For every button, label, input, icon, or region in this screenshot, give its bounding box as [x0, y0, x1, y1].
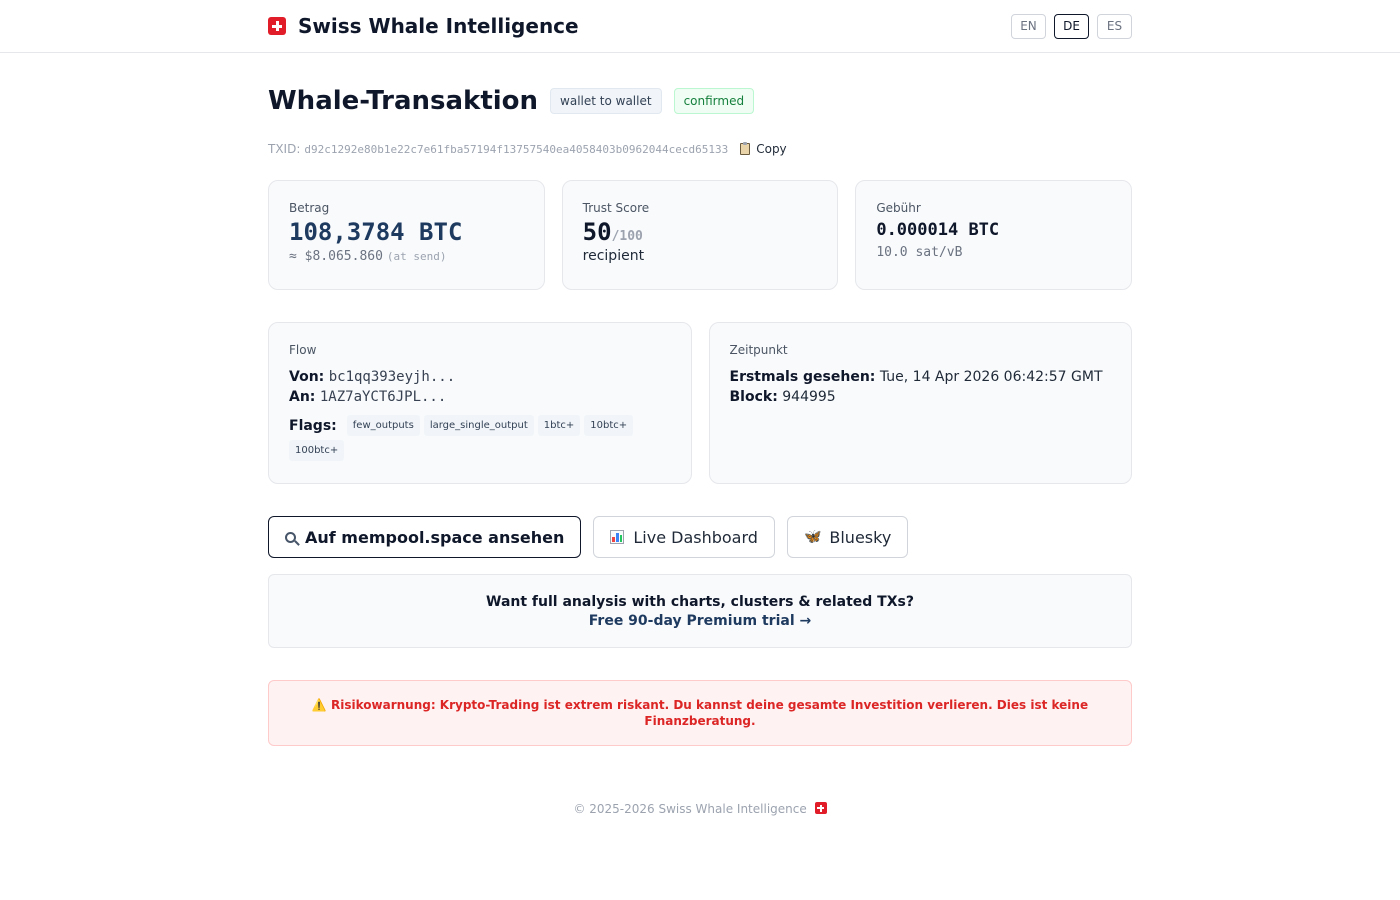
brand-name: Swiss Whale Intelligence [298, 14, 579, 38]
to-label: An: [289, 389, 316, 405]
first-seen-value: Tue, 14 Apr 2026 06:42:57 GMT [879, 369, 1103, 385]
to-row: An: 1AZ7aYCT6JPL... [289, 387, 671, 407]
amount-usd: ≈ $8.065.860 (at send) [289, 249, 524, 264]
flag-tag: 100btc+ [289, 440, 345, 461]
time-label: Zeitpunkt [729, 343, 788, 357]
first-seen-row: Erstmals gesehen: Tue, 14 Apr 2026 06:42… [730, 367, 1112, 387]
footer-text: © 2025-2026 Swiss Whale Intelligence [573, 802, 807, 816]
amount-label: Betrag [289, 201, 330, 215]
status-badge: confirmed [673, 88, 755, 114]
txid-label: TXID: [268, 142, 301, 156]
flow-label: Flow [289, 343, 317, 357]
txid-row: TXID: d92c1292e80b1e22c7e61fba57194f1375… [268, 142, 1132, 156]
butterfly-icon: 🦋 [803, 529, 822, 545]
action-buttons: Auf mempool.space ansehen Live Dashboard… [268, 516, 1132, 558]
premium-trial-link[interactable]: Free 90-day Premium trial → [589, 613, 812, 629]
trust-role: recipient [582, 248, 645, 264]
type-badge: wallet to wallet [550, 88, 662, 114]
title-row: Whale-Transaktion wallet to wallet confi… [268, 86, 1132, 116]
block-value: 944995 [782, 389, 836, 405]
swiss-flag-icon [814, 802, 827, 814]
usd-value: ≈ $8.065.860 [289, 249, 383, 264]
fee-value: 0.000014 BTC [876, 220, 1000, 240]
trust-score-card: Trust Score 50 /100 recipient [561, 180, 839, 290]
dashboard-button[interactable]: Live Dashboard [593, 516, 775, 558]
mempool-button-label: Auf mempool.space ansehen [305, 527, 565, 547]
magnifier-icon [285, 531, 296, 543]
trust-score: 50 /100 [583, 218, 818, 246]
summary-cards: Betrag 108,3784 BTC ≈ $8.065.860 (at send… [268, 180, 1132, 290]
flags-list: Flags: few_outputs large_single_output 1… [289, 415, 671, 461]
premium-promo: Want full analysis with charts, clusters… [268, 574, 1132, 648]
fee-label: Gebühr [876, 201, 921, 215]
mempool-button[interactable]: Auf mempool.space ansehen [268, 516, 582, 558]
txid-value: d92c1292e80b1e22c7e61fba57194f13757540ea… [304, 142, 729, 156]
flags-label: Flags: [289, 417, 337, 434]
fee-card: Gebühr 0.000014 BTC 10.0 sat/vB [855, 180, 1132, 290]
trust-score-max: /100 [611, 229, 643, 244]
lang-es-button[interactable]: ES [1097, 13, 1132, 39]
lang-en-button[interactable]: EN [1011, 13, 1046, 39]
copy-label: Copy [756, 142, 787, 156]
to-address[interactable]: 1AZ7aYCT6JPL... [320, 389, 446, 405]
block-row: Block: 944995 [730, 387, 1112, 407]
swiss-flag-icon [268, 17, 286, 35]
site-header: Swiss Whale Intelligence EN DE ES [0, 0, 1400, 53]
language-switcher: EN DE ES [1011, 13, 1132, 39]
lang-de-button[interactable]: DE [1054, 13, 1089, 39]
from-label: Von: [289, 369, 325, 385]
amount-value: 108,3784 BTC [289, 218, 463, 246]
first-seen-label: Erstmals gesehen: [729, 369, 876, 385]
flow-card: Flow Von: bc1qq393eyjh... An: 1AZ7aYCT6J… [268, 322, 692, 484]
from-row: Von: bc1qq393eyjh... [289, 367, 671, 387]
block-label: Block: [729, 389, 778, 405]
bluesky-button[interactable]: 🦋 Bluesky [786, 516, 909, 558]
fee-rate: 10.0 sat/vB [876, 245, 963, 260]
brand[interactable]: Swiss Whale Intelligence [268, 14, 579, 38]
dashboard-button-label: Live Dashboard [633, 527, 758, 547]
trust-score-value: 50 [582, 218, 612, 246]
flag-tag: few_outputs [346, 415, 420, 436]
risk-warning: ⚠️ Risikowarnung: Krypto-Trading ist ext… [268, 680, 1132, 746]
amount-card: Betrag 108,3784 BTC ≈ $8.065.860 (at send… [268, 180, 545, 290]
time-card: Zeitpunkt Erstmals gesehen: Tue, 14 Apr … [708, 322, 1132, 484]
trust-label: Trust Score [582, 201, 650, 215]
bluesky-button-label: Bluesky [829, 527, 892, 547]
risk-warning-text: ⚠️ Risikowarnung: Krypto-Trading ist ext… [311, 698, 1089, 728]
clipboard-icon [740, 142, 751, 155]
page-title: Whale-Transaktion [268, 86, 539, 116]
usd-note: (at send) [386, 250, 447, 263]
bar-chart-icon [610, 530, 625, 544]
detail-cards: Flow Von: bc1qq393eyjh... An: 1AZ7aYCT6J… [268, 322, 1132, 484]
flag-tag: 10btc+ [584, 415, 634, 436]
flag-tag: large_single_output [423, 415, 534, 436]
flag-tag: 1btc+ [537, 415, 581, 436]
footer: © 2025-2026 Swiss Whale Intelligence [268, 802, 1132, 816]
copy-button[interactable]: Copy [740, 142, 787, 156]
promo-question: Want full analysis with charts, clusters… [486, 593, 914, 610]
from-address[interactable]: bc1qq393eyjh... [329, 369, 455, 385]
main-content: Whale-Transaktion wallet to wallet confi… [268, 86, 1132, 816]
